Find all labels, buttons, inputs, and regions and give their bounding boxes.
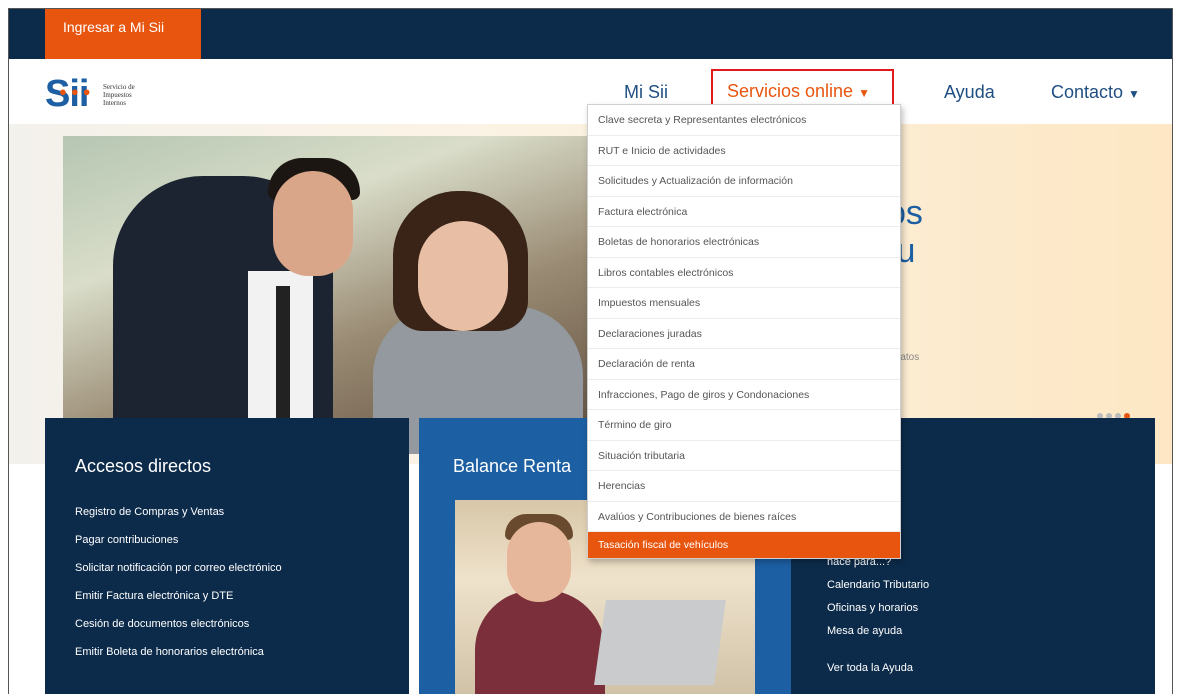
dropdown-item[interactable]: Solicitudes y Actualización de informaci… [588, 166, 900, 197]
caret-down-icon: ▼ [858, 86, 870, 100]
photo-person [475, 590, 605, 694]
browser-page: Ingresar a Mi Sii ●●● Sii Servicio de Imp… [8, 8, 1173, 694]
logo-mark: ●●● Sii [45, 71, 91, 117]
accesos-link[interactable]: Registro de Compras y Ventas [75, 498, 282, 526]
servicios-online-dropdown: Clave secreta y Representantes electróni… [587, 104, 901, 559]
accesos-link[interactable]: Emitir Boleta de honorarios electrónica [75, 638, 282, 666]
photo-face [418, 221, 508, 331]
dropdown-item[interactable]: Infracciones, Pago de giros y Condonacio… [588, 380, 900, 410]
dropdown-item[interactable]: Impuestos mensuales [588, 288, 900, 319]
dropdown-item[interactable]: Declaraciones juradas [588, 319, 900, 349]
photo-laptop [594, 600, 726, 685]
dropdown-item[interactable]: Situación tributaria [588, 441, 900, 471]
balance-title: Balance Renta [453, 456, 572, 476]
login-button[interactable]: Ingresar a Mi Sii [45, 9, 201, 59]
dropdown-item[interactable]: Herencias [588, 471, 900, 502]
dropdown-item[interactable]: Avalúos y Contribuciones de bienes raíce… [588, 502, 900, 532]
logo-dots-icon: ●●● [59, 84, 95, 99]
dropdown-item[interactable]: Declaración de renta [588, 349, 900, 380]
nav-contacto[interactable]: Contacto ▼ [1051, 77, 1140, 107]
nav-mi-sii[interactable]: Mi Sii [624, 77, 668, 107]
dropdown-item[interactable]: RUT e Inicio de actividades [588, 136, 900, 166]
photo-face [273, 171, 353, 276]
accesos-links: Registro de Compras y Ventas Pagar contr… [75, 498, 282, 666]
hero-photo [63, 136, 603, 454]
top-bar: Ingresar a Mi Sii [9, 9, 1172, 59]
accesos-link[interactable]: Cesión de documentos electrónicos [75, 610, 282, 638]
logo-text: Servicio de Impuestos Internos [103, 83, 135, 107]
nav-servicios-label: Servicios online [727, 81, 854, 101]
dropdown-item[interactable]: Libros contables electrónicos [588, 258, 900, 288]
ayuda-link[interactable]: Oficinas y horarios [827, 597, 929, 620]
sii-logo[interactable]: ●●● Sii Servicio de Impuestos Internos [45, 71, 195, 117]
accesos-link[interactable]: Solicitar notificación por correo electr… [75, 554, 282, 582]
dropdown-item[interactable]: Término de giro [588, 410, 900, 441]
accesos-link[interactable]: Emitir Factura electrónica y DTE [75, 582, 282, 610]
dropdown-item-selected[interactable]: Tasación fiscal de vehículos [588, 532, 900, 558]
dropdown-item[interactable]: Boletas de honorarios electrónicas [588, 227, 900, 258]
caret-down-icon: ▼ [1128, 87, 1140, 101]
ayuda-link-ver-toda[interactable]: Ver toda la Ayuda [827, 657, 929, 680]
accesos-title: Accesos directos [75, 456, 212, 476]
nav-contacto-label: Contacto [1051, 82, 1124, 102]
accesos-directos-panel: Accesos directos Registro de Compras y V… [45, 418, 409, 694]
accesos-link[interactable]: Pagar contribuciones [75, 526, 282, 554]
ayuda-link[interactable]: Calendario Tributario [827, 574, 929, 597]
photo-face [507, 522, 571, 602]
dropdown-item[interactable]: Factura electrónica [588, 197, 900, 227]
nav-ayuda[interactable]: Ayuda [944, 77, 995, 107]
dropdown-item[interactable]: Clave secreta y Representantes electróni… [588, 105, 900, 136]
ayuda-link[interactable]: Mesa de ayuda [827, 620, 929, 643]
